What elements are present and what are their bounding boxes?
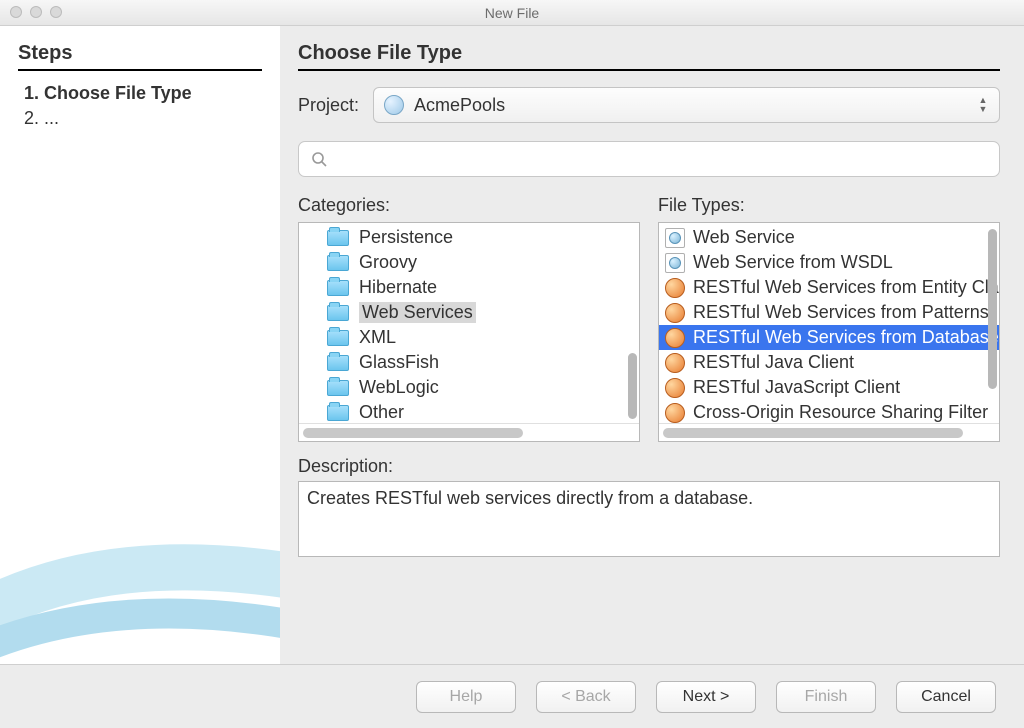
folder-icon (327, 355, 349, 371)
steps-heading: Steps (18, 42, 262, 65)
description-label: Description: (298, 456, 1000, 477)
back-button[interactable]: < Back (536, 681, 636, 713)
close-window-icon[interactable] (10, 6, 22, 18)
filetype-label: RESTful Web Services from Patterns (693, 302, 989, 323)
filter-search[interactable] (298, 141, 1000, 177)
folder-icon (327, 305, 349, 321)
filetypes-label: File Types: (658, 195, 1000, 216)
category-item[interactable]: Other (299, 400, 639, 423)
divider (18, 69, 262, 71)
category-label: WebLogic (359, 377, 439, 398)
filetypes-list[interactable]: Web Service Web Service from WSDL RESTful … (658, 222, 1000, 442)
folder-icon (327, 255, 349, 271)
webservice-ball-icon (665, 303, 685, 323)
step-item-1: Choose File Type (44, 83, 262, 104)
search-icon (311, 151, 327, 167)
category-item[interactable]: Persistence (299, 225, 639, 250)
window-title: New File (0, 5, 1024, 21)
updown-arrows-icon: ▲▼ (975, 92, 991, 118)
window-titlebar: New File (0, 0, 1024, 26)
webservice-doc-icon (665, 228, 685, 248)
filetype-item[interactable]: Web Service (659, 225, 999, 250)
filetype-item[interactable]: RESTful Web Services from Entity Classes (659, 275, 999, 300)
divider (298, 69, 1000, 71)
project-value: AcmePools (414, 95, 505, 116)
button-bar: Help < Back Next > Finish Cancel (0, 664, 1024, 728)
zoom-window-icon[interactable] (50, 6, 62, 18)
main-panel: Choose File Type Project: AcmePools ▲▼ C… (280, 26, 1024, 664)
webservice-ball-icon (665, 378, 685, 398)
category-item[interactable]: Groovy (299, 250, 639, 275)
filetype-item[interactable]: RESTful Java Client (659, 350, 999, 375)
steps-sidebar: Steps Choose File Type ... (0, 26, 280, 664)
description-box: Creates RESTful web services directly fr… (298, 481, 1000, 557)
categories-label: Categories: (298, 195, 640, 216)
webservice-ball-icon (665, 328, 685, 348)
filetype-label: Cross-Origin Resource Sharing Filter (693, 402, 988, 423)
description-text: Creates RESTful web services directly fr… (307, 488, 753, 508)
scrollbar-thumb[interactable] (988, 229, 997, 389)
minimize-window-icon[interactable] (30, 6, 42, 18)
folder-icon (327, 280, 349, 296)
step-item-2: ... (44, 108, 262, 129)
category-item[interactable]: GlassFish (299, 350, 639, 375)
filetype-label: RESTful Java Client (693, 352, 854, 373)
filetype-item[interactable]: RESTful JavaScript Client (659, 375, 999, 400)
filetype-item[interactable]: Web Service from WSDL (659, 250, 999, 275)
next-button[interactable]: Next > (656, 681, 756, 713)
filter-input[interactable] (335, 149, 987, 169)
filetype-label: RESTful Web Services from Database (693, 327, 999, 348)
category-label: Web Services (359, 302, 476, 323)
page-title: Choose File Type (298, 42, 1000, 65)
scrollbar-horizontal[interactable] (659, 423, 999, 441)
category-label: XML (359, 327, 396, 348)
webservice-doc-icon (665, 253, 685, 273)
cancel-button[interactable]: Cancel (896, 681, 996, 713)
webservice-ball-icon (665, 403, 685, 423)
folder-icon (327, 330, 349, 346)
folder-icon (327, 230, 349, 246)
category-item[interactable]: WebLogic (299, 375, 639, 400)
finish-button[interactable]: Finish (776, 681, 876, 713)
scrollbar-thumb[interactable] (628, 353, 637, 419)
project-label: Project: (298, 95, 359, 116)
help-button[interactable]: Help (416, 681, 516, 713)
filetype-label: RESTful JavaScript Client (693, 377, 900, 398)
traffic-lights (10, 6, 62, 18)
decorative-swoosh (0, 474, 280, 664)
webservice-ball-icon (665, 278, 685, 298)
filetype-label: RESTful Web Services from Entity Classes (693, 277, 999, 298)
filetype-item[interactable]: Cross-Origin Resource Sharing Filter (659, 400, 999, 423)
webservice-ball-icon (665, 353, 685, 373)
filetype-label: Web Service from WSDL (693, 252, 893, 273)
filetype-label: Web Service (693, 227, 795, 248)
category-item[interactable]: XML (299, 325, 639, 350)
category-label: Other (359, 402, 404, 423)
category-label: Groovy (359, 252, 417, 273)
globe-icon (384, 95, 404, 115)
folder-icon (327, 380, 349, 396)
category-label: Persistence (359, 227, 453, 248)
project-select[interactable]: AcmePools ▲▼ (373, 87, 1000, 123)
scrollbar-horizontal[interactable] (299, 423, 639, 441)
filetype-item[interactable]: RESTful Web Services from Database (659, 325, 999, 350)
category-item[interactable]: Web Services (299, 300, 639, 325)
filetype-item[interactable]: RESTful Web Services from Patterns (659, 300, 999, 325)
folder-icon (327, 405, 349, 421)
category-label: Hibernate (359, 277, 437, 298)
category-item[interactable]: Hibernate (299, 275, 639, 300)
steps-list: Choose File Type ... (18, 83, 262, 129)
category-label: GlassFish (359, 352, 439, 373)
categories-list[interactable]: Persistence Groovy Hibernate Web Services XM… (298, 222, 640, 442)
